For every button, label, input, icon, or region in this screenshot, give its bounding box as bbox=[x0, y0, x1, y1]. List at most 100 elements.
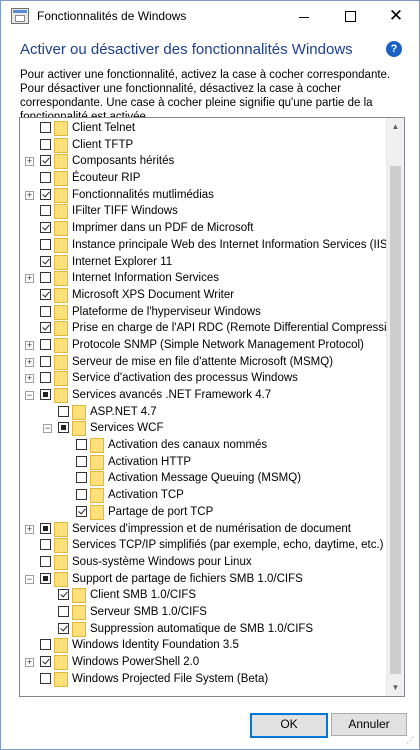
feature-label: IFilter TIFF Windows bbox=[72, 205, 178, 218]
feature-checkbox[interactable] bbox=[40, 322, 51, 334]
feature-row[interactable]: Client SMB 1.0/CIFS bbox=[20, 588, 386, 605]
feature-row[interactable]: Microsoft XPS Document Writer bbox=[20, 287, 386, 305]
feature-checkbox[interactable] bbox=[40, 138, 51, 150]
folder-icon bbox=[54, 187, 68, 203]
scrollbar-thumb[interactable] bbox=[390, 166, 401, 674]
feature-checkbox[interactable] bbox=[40, 272, 51, 284]
feature-row[interactable]: IFilter TIFF Windows bbox=[20, 204, 386, 221]
collapse-icon[interactable]: − bbox=[25, 574, 34, 584]
feature-checkbox[interactable] bbox=[40, 639, 51, 651]
feature-row[interactable]: ASP.NET 4.7 bbox=[20, 404, 386, 422]
vertical-scrollbar[interactable]: ▲ ▼ bbox=[386, 118, 404, 696]
feature-checkbox[interactable] bbox=[40, 338, 51, 350]
feature-checkbox[interactable] bbox=[58, 622, 69, 634]
cancel-button[interactable]: Annuler bbox=[331, 713, 407, 736]
feature-checkbox[interactable] bbox=[40, 238, 51, 250]
feature-row[interactable]: + Services d'impression et de numérisatio… bbox=[20, 521, 386, 539]
feature-label: Activation des canaux nommés bbox=[108, 439, 268, 452]
features-tree[interactable]: Client Telnet Client TFTP + Composants héri… bbox=[19, 117, 405, 697]
feature-checkbox[interactable] bbox=[58, 422, 69, 434]
close-icon: ✕ bbox=[388, 6, 404, 25]
feature-row[interactable]: Activation HTTP bbox=[20, 454, 386, 472]
feature-row[interactable]: Activation des canaux nommés bbox=[20, 438, 386, 455]
ok-button[interactable]: OK bbox=[250, 713, 328, 738]
feature-checkbox[interactable] bbox=[40, 172, 51, 184]
feature-checkbox[interactable] bbox=[76, 505, 87, 517]
feature-row[interactable]: − Services avancés .NET Framework 4.7 bbox=[20, 388, 386, 405]
feature-checkbox[interactable] bbox=[40, 539, 51, 551]
feature-checkbox[interactable] bbox=[40, 656, 51, 667]
feature-row[interactable]: Internet Explorer 11 bbox=[20, 254, 386, 272]
feature-checkbox[interactable] bbox=[40, 155, 51, 167]
folder-icon bbox=[72, 621, 86, 637]
feature-row[interactable]: Activation TCP bbox=[20, 488, 386, 505]
feature-checkbox[interactable] bbox=[58, 605, 69, 617]
feature-checkbox[interactable] bbox=[76, 439, 87, 451]
title-bar[interactable]: Fonctionnalités de Windows ✕ bbox=[1, 1, 419, 31]
feature-row[interactable]: Sous-système Windows pour Linux bbox=[20, 554, 386, 572]
feature-checkbox[interactable] bbox=[40, 205, 51, 217]
feature-row[interactable]: Imprimer dans un PDF de Microsoft bbox=[20, 221, 386, 238]
feature-row[interactable]: − Services WCF bbox=[20, 421, 386, 438]
feature-row[interactable]: + Protocole SNMP (Simple Network Manageme… bbox=[20, 337, 386, 355]
feature-checkbox[interactable] bbox=[40, 255, 51, 267]
feature-row[interactable]: + Fonctionnalités mutlimédias bbox=[20, 187, 386, 205]
feature-checkbox[interactable] bbox=[40, 305, 51, 317]
resize-grip-icon[interactable]: ⋰ bbox=[406, 736, 416, 746]
feature-row[interactable]: Plateforme de l'hyperviseur Windows bbox=[20, 304, 386, 322]
expand-icon[interactable]: + bbox=[25, 658, 34, 667]
scroll-down-arrow-icon[interactable]: ▼ bbox=[387, 679, 404, 696]
maximize-button[interactable] bbox=[327, 1, 373, 31]
feature-row[interactable]: Partage de port TCP bbox=[20, 504, 386, 522]
feature-checkbox[interactable] bbox=[58, 405, 69, 417]
expand-icon[interactable]: + bbox=[25, 274, 34, 284]
feature-label: Serveur SMB 1.0/CIFS bbox=[90, 605, 207, 618]
feature-row[interactable]: Prise en charge de l'API RDC (Remote Dif… bbox=[20, 321, 403, 338]
feature-row[interactable]: Écouteur RIP bbox=[20, 171, 386, 188]
feature-row[interactable]: + Windows PowerShell 2.0 bbox=[20, 655, 386, 672]
feature-row[interactable]: Serveur SMB 1.0/CIFS bbox=[20, 604, 386, 622]
feature-checkbox[interactable] bbox=[40, 355, 51, 367]
collapse-icon[interactable]: − bbox=[25, 391, 34, 400]
feature-row[interactable]: Suppression automatique de SMB 1.0/CIFS bbox=[20, 621, 386, 639]
feature-checkbox[interactable] bbox=[76, 455, 87, 467]
collapse-icon[interactable]: − bbox=[43, 424, 52, 434]
feature-checkbox[interactable] bbox=[40, 122, 51, 133]
feature-row[interactable]: Client Telnet bbox=[20, 121, 386, 138]
feature-label: Sous-système Windows pour Linux bbox=[72, 555, 252, 568]
feature-row[interactable]: Activation Message Queuing (MSMQ) bbox=[20, 471, 386, 488]
feature-row[interactable]: Windows Projected File System (Beta) bbox=[20, 671, 386, 689]
minimize-button[interactable] bbox=[281, 1, 327, 31]
feature-checkbox[interactable] bbox=[76, 489, 87, 501]
feature-checkbox[interactable] bbox=[40, 222, 51, 234]
feature-checkbox[interactable] bbox=[40, 672, 51, 684]
feature-checkbox[interactable] bbox=[76, 472, 87, 484]
feature-checkbox[interactable] bbox=[40, 555, 51, 567]
expand-icon[interactable]: + bbox=[25, 357, 34, 367]
feature-row[interactable]: + Internet Information Services bbox=[20, 271, 386, 288]
feature-row[interactable]: + Composants hérités bbox=[20, 154, 386, 171]
feature-row[interactable]: Services TCP/IP simplifiés (par exemple,… bbox=[20, 538, 386, 555]
expand-icon[interactable]: + bbox=[25, 157, 34, 167]
feature-checkbox[interactable] bbox=[40, 372, 51, 384]
feature-row[interactable]: + Service d'activation des processus Wind… bbox=[20, 371, 386, 388]
feature-checkbox[interactable] bbox=[40, 188, 51, 200]
feature-checkbox[interactable] bbox=[40, 522, 51, 534]
feature-checkbox[interactable] bbox=[40, 389, 51, 400]
folder-icon bbox=[72, 604, 86, 620]
expand-icon[interactable]: + bbox=[25, 340, 34, 350]
feature-checkbox[interactable] bbox=[40, 572, 51, 584]
feature-row[interactable]: + Serveur de mise en file d'attente Micro… bbox=[20, 354, 386, 372]
feature-row[interactable]: Client TFTP bbox=[20, 137, 386, 155]
feature-row[interactable]: Windows Identity Foundation 3.5 bbox=[20, 638, 386, 655]
close-button[interactable]: ✕ bbox=[373, 1, 419, 31]
feature-row[interactable]: Instance principale Web des Internet Inf… bbox=[20, 237, 391, 255]
expand-icon[interactable]: + bbox=[25, 524, 34, 534]
feature-checkbox[interactable] bbox=[40, 288, 51, 300]
feature-row[interactable]: − Support de partage de fichiers SMB 1.0/… bbox=[20, 571, 386, 589]
help-icon[interactable]: ? bbox=[386, 41, 402, 57]
feature-checkbox[interactable] bbox=[58, 589, 69, 601]
expand-icon[interactable]: + bbox=[25, 190, 34, 200]
expand-icon[interactable]: + bbox=[25, 374, 34, 384]
scroll-up-arrow-icon[interactable]: ▲ bbox=[387, 118, 404, 135]
